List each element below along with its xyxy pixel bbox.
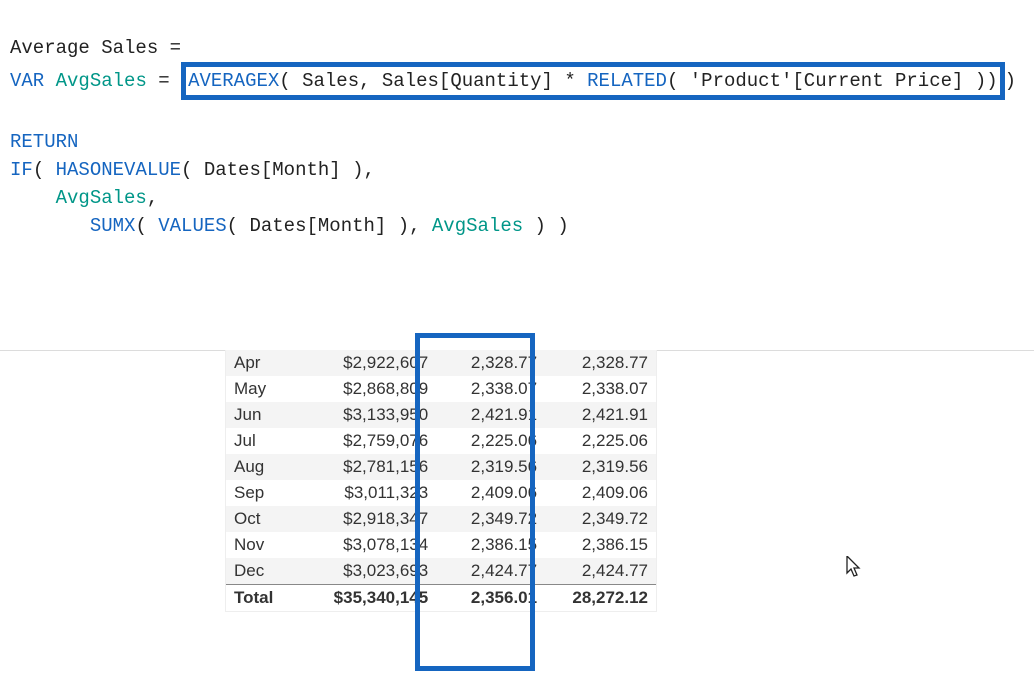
cell-month: Nov bbox=[226, 532, 306, 558]
cell-avg1: 2,409.06 bbox=[436, 480, 545, 506]
cell-sales: $3,023,693 bbox=[306, 558, 437, 585]
table-row: May$2,868,8092,338.072,338.07 bbox=[226, 376, 656, 402]
paren-close-trailing: ) bbox=[1005, 70, 1016, 92]
cell-avg1: 2,319.56 bbox=[436, 454, 545, 480]
cell-avg2: 2,319.56 bbox=[545, 454, 656, 480]
cell-avg2: 2,338.07 bbox=[545, 376, 656, 402]
cell-month: Jun bbox=[226, 402, 306, 428]
paren-close: ) bbox=[986, 70, 997, 92]
cell-sales: $3,011,323 bbox=[306, 480, 437, 506]
var-ref: AvgSales bbox=[56, 187, 147, 209]
averagex-keyword: AVERAGEX bbox=[188, 70, 279, 92]
cell-sales: $2,922,607 bbox=[306, 350, 437, 376]
table-total-row: Total $35,340,145 2,356.01 28,272.12 bbox=[226, 585, 656, 612]
cell-sales: $2,868,809 bbox=[306, 376, 437, 402]
cell-sales: $2,759,076 bbox=[306, 428, 437, 454]
return-keyword: RETURN bbox=[10, 131, 78, 153]
cell-avg1: 2,349.72 bbox=[436, 506, 545, 532]
arg1: ( Dates[Month] ), bbox=[227, 215, 432, 237]
table-visual[interactable]: Apr$2,922,6072,328.772,328.77May$2,868,8… bbox=[225, 350, 657, 612]
arg2: ( 'Product'[Current Price] ) bbox=[667, 70, 986, 92]
table-row: Nov$3,078,1342,386.152,386.15 bbox=[226, 532, 656, 558]
cell-month: Jul bbox=[226, 428, 306, 454]
cell-avg2: 2,328.77 bbox=[545, 350, 656, 376]
if-keyword: IF bbox=[10, 159, 33, 181]
hasonevalue-keyword: HASONEVALUE bbox=[56, 159, 181, 181]
paren: ( bbox=[33, 159, 44, 181]
cell-sales: $2,781,156 bbox=[306, 454, 437, 480]
total-avg2: 28,272.12 bbox=[545, 585, 656, 612]
cell-avg2: 2,386.15 bbox=[545, 532, 656, 558]
cell-avg2: 2,421.91 bbox=[545, 402, 656, 428]
cell-avg2: 2,225.06 bbox=[545, 428, 656, 454]
total-sales: $35,340,145 bbox=[306, 585, 437, 612]
table-row: Apr$2,922,6072,328.772,328.77 bbox=[226, 350, 656, 376]
cell-month: Sep bbox=[226, 480, 306, 506]
arg: ( Dates[Month] ), bbox=[181, 159, 375, 181]
formula-editor[interactable]: Average Sales = VAR AvgSales = AVERAGEX(… bbox=[0, 0, 1034, 246]
related-keyword: RELATED bbox=[587, 70, 667, 92]
paren: ( bbox=[135, 215, 146, 237]
var-keyword: VAR bbox=[10, 70, 44, 92]
cell-month: Aug bbox=[226, 454, 306, 480]
cell-avg1: 2,328.77 bbox=[436, 350, 545, 376]
table-row: Jul$2,759,0762,225.062,225.06 bbox=[226, 428, 656, 454]
cell-avg2: 2,424.77 bbox=[545, 558, 656, 585]
cell-avg1: 2,386.15 bbox=[436, 532, 545, 558]
cell-avg1: 2,338.07 bbox=[436, 376, 545, 402]
equals: = bbox=[170, 37, 181, 59]
var-name: AvgSales bbox=[56, 70, 147, 92]
total-avg1: 2,356.01 bbox=[436, 585, 545, 612]
table-row: Oct$2,918,3472,349.722,349.72 bbox=[226, 506, 656, 532]
total-label: Total bbox=[226, 585, 306, 612]
cell-avg1: 2,225.06 bbox=[436, 428, 545, 454]
arg1: Sales, Sales[Quantity] * bbox=[291, 70, 587, 92]
close: ) ) bbox=[523, 215, 569, 237]
cell-sales: $3,133,950 bbox=[306, 402, 437, 428]
table-row: Jun$3,133,9502,421.912,421.91 bbox=[226, 402, 656, 428]
cell-month: Oct bbox=[226, 506, 306, 532]
cell-month: May bbox=[226, 376, 306, 402]
values-keyword: VALUES bbox=[158, 215, 226, 237]
cell-avg1: 2,421.91 bbox=[436, 402, 545, 428]
cell-sales: $3,078,134 bbox=[306, 532, 437, 558]
cell-month: Dec bbox=[226, 558, 306, 585]
var-ref: AvgSales bbox=[432, 215, 523, 237]
cell-avg2: 2,349.72 bbox=[545, 506, 656, 532]
table-row: Aug$2,781,1562,319.562,319.56 bbox=[226, 454, 656, 480]
measure-name: Average Sales bbox=[10, 37, 158, 59]
paren-open: ( bbox=[279, 70, 290, 92]
cell-avg1: 2,424.77 bbox=[436, 558, 545, 585]
assign: = bbox=[158, 70, 169, 92]
formula-highlight: AVERAGEX( Sales, Sales[Quantity] * RELAT… bbox=[181, 62, 1005, 100]
table-row: Sep$3,011,3232,409.062,409.06 bbox=[226, 480, 656, 506]
cursor-icon bbox=[846, 556, 864, 580]
sumx-keyword: SUMX bbox=[90, 215, 136, 237]
table-row: Dec$3,023,6932,424.772,424.77 bbox=[226, 558, 656, 585]
cell-sales: $2,918,347 bbox=[306, 506, 437, 532]
cell-avg2: 2,409.06 bbox=[545, 480, 656, 506]
comma: , bbox=[147, 187, 158, 209]
cell-month: Apr bbox=[226, 350, 306, 376]
